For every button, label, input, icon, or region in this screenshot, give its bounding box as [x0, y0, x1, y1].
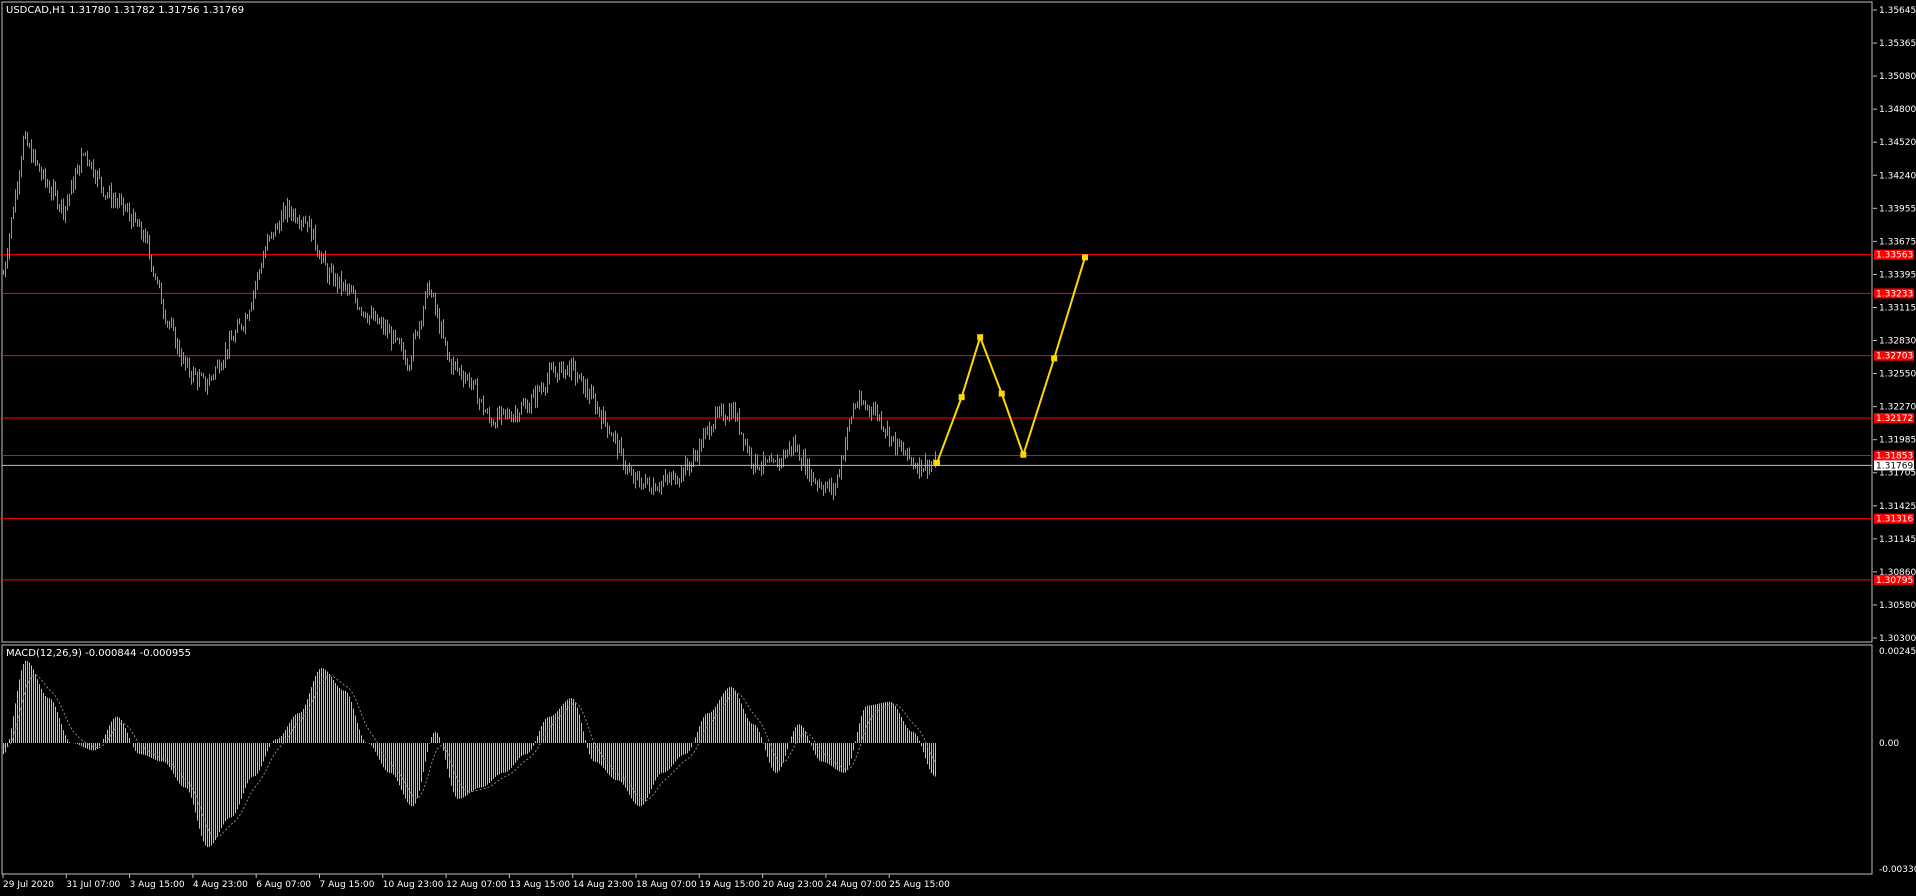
support-resistance-levels[interactable]	[2, 254, 1872, 581]
level-label: 1.33563	[1876, 251, 1913, 261]
time-tick-label: 18 Aug 07:00	[636, 880, 697, 890]
macd-scale-label: -0.003304	[1879, 865, 1916, 875]
level-label: 1.31316	[1876, 515, 1913, 525]
time-tick-label: 19 Aug 15:00	[699, 880, 760, 890]
yellow-projection-zigzag[interactable]	[934, 254, 1088, 466]
macd-panel-frame	[1, 644, 1873, 875]
projection-line[interactable]	[936, 257, 1086, 464]
time-tick-label: 13 Aug 15:00	[509, 880, 570, 890]
time-tick-label: 12 Aug 07:00	[446, 880, 507, 890]
time-tick-label: 4 Aug 23:00	[193, 880, 248, 890]
price-tick-label: 1.31145	[1879, 535, 1916, 545]
projection-point[interactable]	[1020, 451, 1027, 458]
price-tick-label: 1.35645	[1879, 6, 1916, 16]
price-tick-label: 1.33115	[1879, 303, 1916, 313]
projection-point[interactable]	[977, 334, 984, 341]
projection-point[interactable]	[1051, 355, 1058, 362]
projection-point[interactable]	[934, 459, 940, 466]
price-tick-label: 1.31985	[1879, 436, 1916, 446]
time-tick-label: 24 Aug 07:00	[826, 880, 887, 890]
current-price-label: 1.31769	[1874, 460, 1914, 471]
price-panel-frame	[1, 1, 1873, 643]
price-tick-label: 1.30300	[1879, 634, 1916, 644]
price-tick-label: 1.33395	[1879, 270, 1916, 280]
price-tick-label: 1.33675	[1879, 237, 1916, 247]
macd-axis: 0.002457 0.00 -0.003304	[1879, 647, 1916, 875]
projection-point[interactable]	[998, 390, 1005, 397]
time-axis[interactable]: 29 Jul 2020 31 Jul 07:00 3 Aug 15:00 4 Aug …	[2, 874, 950, 890]
price-tick-label: 1.35080	[1879, 72, 1916, 82]
time-tick-label: 29 Jul 2020	[3, 880, 54, 890]
price-tick-label: 1.34520	[1879, 138, 1916, 148]
time-tick-label: 6 Aug 07:00	[256, 880, 311, 890]
time-tick-label: 7 Aug 15:00	[320, 880, 375, 890]
price-tick-label: 1.34800	[1879, 105, 1916, 115]
projection-point[interactable]	[1082, 254, 1088, 261]
price-tick-label: 1.34240	[1879, 171, 1916, 181]
time-tick-label: 3 Aug 15:00	[130, 880, 185, 890]
level-label: 1.32703	[1876, 352, 1913, 362]
time-tick-label: 31 Jul 07:00	[66, 880, 120, 890]
price-tick-label: 1.32830	[1879, 337, 1916, 347]
chart-canvas[interactable]: USDCAD,H1 1.31780 1.31782 1.31756 1.3176…	[0, 0, 1916, 896]
level-label: 1.32172	[1876, 414, 1913, 424]
projection-point[interactable]	[958, 394, 965, 401]
time-tick-label: 10 Aug 23:00	[383, 880, 444, 890]
level-label: 1.33233	[1876, 289, 1913, 299]
macd-header: MACD(12,26,9) -0.000844 -0.000955	[6, 648, 191, 659]
price-tick-label: 1.30580	[1879, 601, 1916, 611]
symbol-header: USDCAD,H1 1.31780 1.31782 1.31756 1.3176…	[6, 5, 244, 16]
macd-histogram	[3, 660, 936, 848]
price-candles	[3, 131, 936, 500]
price-tick-label: 1.35365	[1879, 39, 1916, 49]
price-tick-label: 1.32550	[1879, 370, 1916, 380]
time-tick-label: 20 Aug 23:00	[763, 880, 824, 890]
macd-scale-label: 0.00	[1879, 739, 1899, 749]
time-tick-label: 25 Aug 15:00	[889, 880, 950, 890]
price-tick-label: 1.31425	[1879, 502, 1916, 512]
macd-scale-label: 0.002457	[1879, 647, 1916, 657]
current-price-text: 1.31769	[1876, 461, 1913, 471]
price-axis[interactable]: 1.35645 1.35365 1.35080 1.34800 1.34520 1.342…	[1873, 6, 1916, 644]
mt4-chart-window[interactable]: USDCAD,H1 1.31780 1.31782 1.31756 1.3176…	[0, 0, 1916, 896]
level-label: 1.30795	[1876, 576, 1913, 586]
price-tick-label: 1.32270	[1879, 403, 1916, 413]
level-label: 1.31853	[1876, 452, 1913, 462]
time-tick-label: 14 Aug 23:00	[573, 880, 634, 890]
price-tick-label: 1.33955	[1879, 204, 1916, 214]
